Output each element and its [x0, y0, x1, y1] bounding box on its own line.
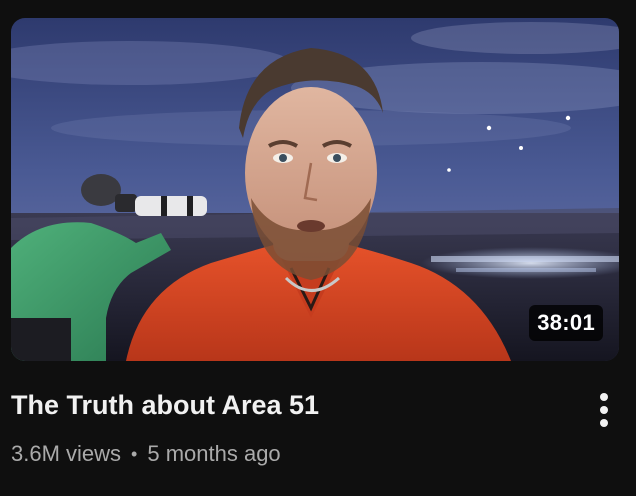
- menu-dot: [600, 406, 608, 414]
- menu-dot: [600, 393, 608, 401]
- video-title[interactable]: The Truth about Area 51: [11, 387, 551, 423]
- upload-age: 5 months ago: [147, 441, 281, 466]
- video-card: 38:01 The Truth about Area 51 3.6M views…: [0, 0, 636, 496]
- view-count: 3.6M views: [11, 441, 122, 466]
- duration-badge: 38:01: [529, 305, 603, 341]
- video-thumbnail[interactable]: 38:01: [11, 18, 619, 361]
- video-metadata: 3.6M views • 5 months ago: [11, 438, 281, 470]
- thumbnail-image: [11, 18, 619, 361]
- meta-separator: •: [131, 444, 138, 464]
- menu-dot: [600, 419, 608, 427]
- more-vertical-icon[interactable]: [582, 388, 626, 432]
